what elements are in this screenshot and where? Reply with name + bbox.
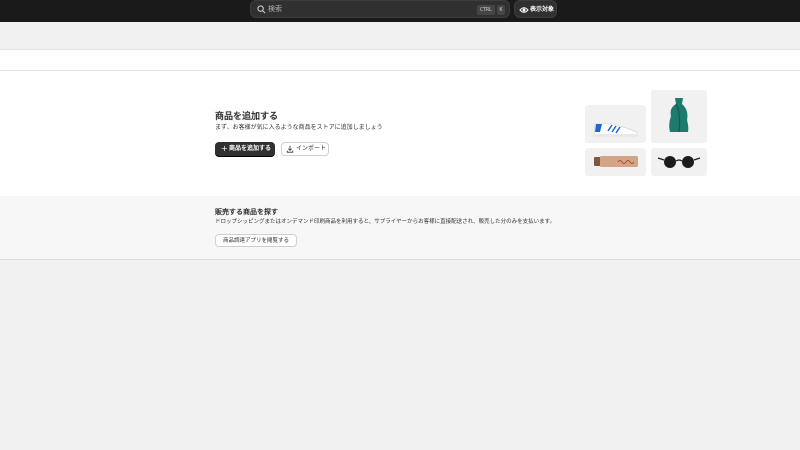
sneaker-image — [585, 105, 646, 143]
eye-icon — [519, 7, 529, 13]
browse-sourcing-apps-label: 商品調達アプリを閲覧する — [222, 238, 289, 244]
add-product-title: 商品を追加する — [215, 112, 279, 122]
search-bar[interactable]: 検索 CTRL K — [250, 0, 510, 18]
find-products-title: 販売する商品を探す — [215, 208, 278, 216]
search-icon — [257, 5, 266, 14]
add-product-description: まず、お客様が気に入るような商品をストアに追加しましょう — [215, 124, 383, 131]
browse-sourcing-apps-button[interactable]: 商品調達アプリを閲覧する — [215, 234, 297, 247]
add-product-button[interactable]: + 商品を追加する — [215, 142, 275, 156]
view-as-label: 表示対象 — [530, 6, 555, 13]
cosmetic-tube-image — [585, 148, 646, 176]
shortcut-ctrl-key: CTRL — [477, 5, 495, 15]
find-products-section: 販売する商品を探す ドロップシッピングまたはオンデマンド印刷商品を利用すると、サ… — [0, 196, 800, 259]
sunglasses-image — [651, 148, 707, 176]
view-as-button[interactable]: 表示対象 — [514, 0, 557, 18]
header-spacer — [0, 22, 800, 49]
shortcut-k-key: K — [497, 5, 505, 15]
plus-icon: + — [221, 144, 228, 153]
import-button-label: インポート — [296, 145, 327, 152]
vase-image — [651, 90, 707, 143]
add-product-card: 商品を追加する まず、お客様が気に入るような商品をストアに追加しましょう + 商… — [0, 71, 800, 260]
add-product-button-label: 商品を追加する — [229, 145, 272, 152]
search-placeholder: 検索 — [268, 5, 282, 13]
header-strip — [0, 49, 800, 71]
find-products-description: ドロップシッピングまたはオンデマンド印刷商品を利用すると、サプライヤーからお客様… — [215, 219, 556, 225]
download-icon — [286, 145, 294, 153]
top-bar: 検索 CTRL K 表示対象 — [0, 0, 800, 22]
import-button[interactable]: インポート — [281, 142, 329, 156]
